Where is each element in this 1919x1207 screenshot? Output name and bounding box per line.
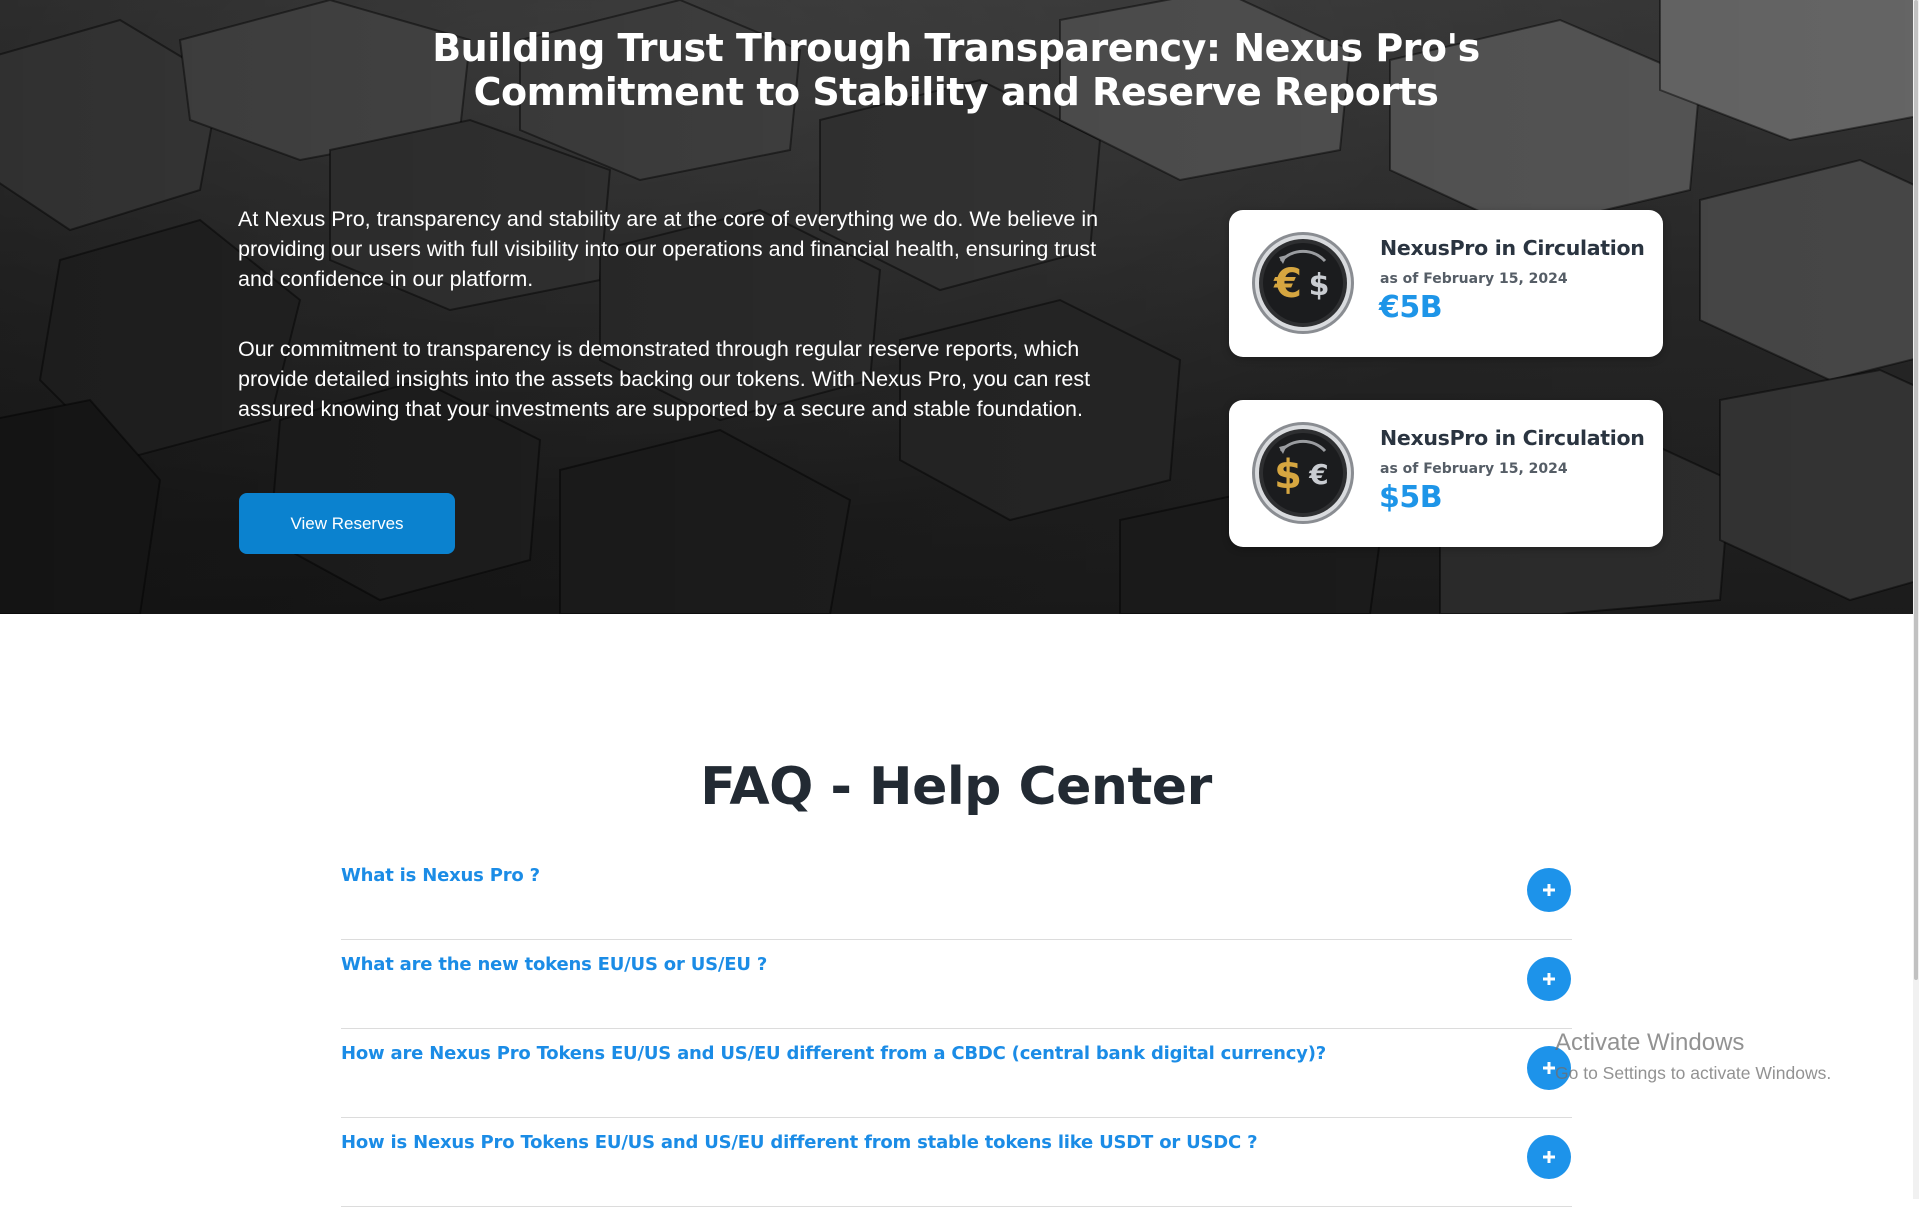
expand-faq-button[interactable] bbox=[1527, 1135, 1571, 1179]
expand-faq-button[interactable] bbox=[1527, 1046, 1571, 1090]
hero-title: Building Trust Through Transparency: Nex… bbox=[432, 26, 1480, 114]
plus-icon bbox=[1543, 1151, 1555, 1163]
card-title: NexusPro in Circulation bbox=[1380, 236, 1645, 260]
circulation-card-dollar: $ € NexusPro in Circulation as of Februa… bbox=[1229, 400, 1663, 547]
hero-paragraph-intro: At Nexus Pro, transparency and stability… bbox=[238, 207, 1099, 291]
divider bbox=[341, 939, 1572, 940]
plus-icon bbox=[1543, 973, 1555, 985]
svg-text:€: € bbox=[1308, 458, 1328, 491]
page-scrollbar[interactable] bbox=[1913, 0, 1919, 1199]
faq-item[interactable]: How is Nexus Pro Tokens EU/US and US/EU … bbox=[341, 1119, 1572, 1207]
faq-question[interactable]: How is Nexus Pro Tokens EU/US and US/EU … bbox=[341, 1132, 1258, 1153]
expand-faq-button[interactable] bbox=[1527, 868, 1571, 912]
faq-question[interactable]: What is Nexus Pro ? bbox=[341, 865, 540, 886]
card-amount: $5B bbox=[1379, 480, 1443, 515]
plus-icon bbox=[1543, 884, 1555, 896]
faq-question[interactable]: How are Nexus Pro Tokens EU/US and US/EU… bbox=[341, 1043, 1326, 1064]
dollar-euro-coin-icon: $ € bbox=[1252, 422, 1354, 524]
card-date: as of February 15, 2024 bbox=[1380, 271, 1568, 287]
faq-item[interactable]: What is Nexus Pro ? bbox=[341, 852, 1572, 940]
faq-item[interactable]: What are the new tokens EU/US or US/EU ? bbox=[341, 941, 1572, 1029]
plus-icon bbox=[1543, 1062, 1555, 1074]
watermark-subtitle: Go to Settings to activate Windows. bbox=[1555, 1063, 1832, 1083]
svg-text:$: $ bbox=[1309, 268, 1330, 303]
activate-windows-watermark: Activate Windows Go to Settings to activ… bbox=[1555, 1029, 1831, 1084]
hero-paragraph-reserves: Our commitment to transparency is demons… bbox=[238, 337, 1091, 421]
hero-section: Building Trust Through Transparency: Nex… bbox=[0, 0, 1913, 614]
scrollbar-thumb[interactable] bbox=[1914, 0, 1918, 980]
card-title: NexusPro in Circulation bbox=[1380, 426, 1645, 450]
faq-question[interactable]: What are the new tokens EU/US or US/EU ? bbox=[341, 954, 767, 975]
divider bbox=[341, 1028, 1572, 1029]
euro-dollar-coin-icon: € $ bbox=[1252, 232, 1354, 334]
expand-faq-button[interactable] bbox=[1527, 957, 1571, 1001]
divider bbox=[341, 1117, 1572, 1118]
svg-text:€: € bbox=[1273, 261, 1302, 307]
watermark-title: Activate Windows bbox=[1555, 1029, 1745, 1056]
card-date: as of February 15, 2024 bbox=[1380, 461, 1568, 477]
svg-text:$: $ bbox=[1274, 452, 1302, 498]
card-amount: €5B bbox=[1379, 290, 1443, 325]
view-reserves-button[interactable]: View Reserves bbox=[239, 493, 455, 554]
faq-title: FAQ - Help Center bbox=[700, 757, 1212, 817]
circulation-card-euro: € $ NexusPro in Circulation as of Februa… bbox=[1229, 210, 1663, 357]
faq-item[interactable]: How are Nexus Pro Tokens EU/US and US/EU… bbox=[341, 1030, 1572, 1118]
